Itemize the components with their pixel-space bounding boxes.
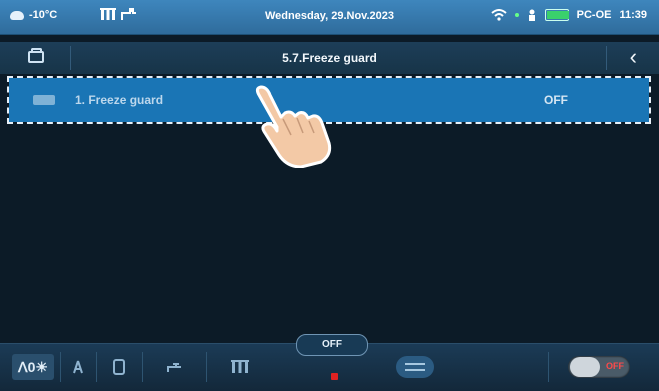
device-name: PC-OE (576, 9, 612, 21)
divider (142, 352, 143, 382)
signal-dot (514, 13, 519, 17)
status-right: PC-OE 11:39 (490, 9, 647, 21)
mode-label: ꓥ0☀ (18, 358, 48, 375)
power-state: OFF (606, 361, 624, 371)
tank-icon (113, 359, 125, 375)
off-status-tab[interactable]: OFF (296, 334, 368, 356)
tank-button[interactable] (100, 354, 138, 380)
mode-button[interactable]: ꓥ0☀ (12, 354, 54, 380)
zone-button[interactable] (64, 354, 92, 380)
user-icon (73, 360, 83, 374)
divider (206, 352, 207, 382)
page-title: 5.7.Freeze guard (282, 51, 377, 65)
heating-button[interactable] (210, 354, 270, 380)
power-toggle[interactable]: OFF (568, 356, 630, 378)
tap-icon (167, 363, 181, 372)
status-bar: -10°C Wednesday, 29.Nov.2023 PC-OE 11:39 (0, 0, 659, 35)
toggle-knob (570, 357, 600, 377)
setting-icon (33, 95, 55, 105)
divider (60, 352, 61, 382)
radiator-icon (231, 360, 249, 373)
divider (606, 46, 607, 70)
wifi-icon (490, 9, 507, 21)
back-button[interactable]: ‹ (630, 46, 637, 68)
title-bar: 5.7.Freeze guard ‹ (0, 42, 659, 74)
tap-hand-icon (255, 85, 332, 168)
screen: -10°C Wednesday, 29.Nov.2023 PC-OE 11:39… (0, 0, 659, 391)
battery-icon (544, 9, 569, 21)
menu-icon[interactable] (396, 356, 434, 378)
person-icon (528, 9, 535, 21)
clock: 11:39 (619, 9, 647, 21)
divider (548, 352, 549, 382)
list-item-value: OFF (544, 93, 568, 107)
status-led (331, 373, 338, 380)
bottom-bar: ꓥ0☀ OFF OFF (0, 334, 659, 391)
list-item-label: 1. Freeze guard (75, 93, 164, 107)
tap-button[interactable] (146, 354, 202, 380)
divider (96, 352, 97, 382)
